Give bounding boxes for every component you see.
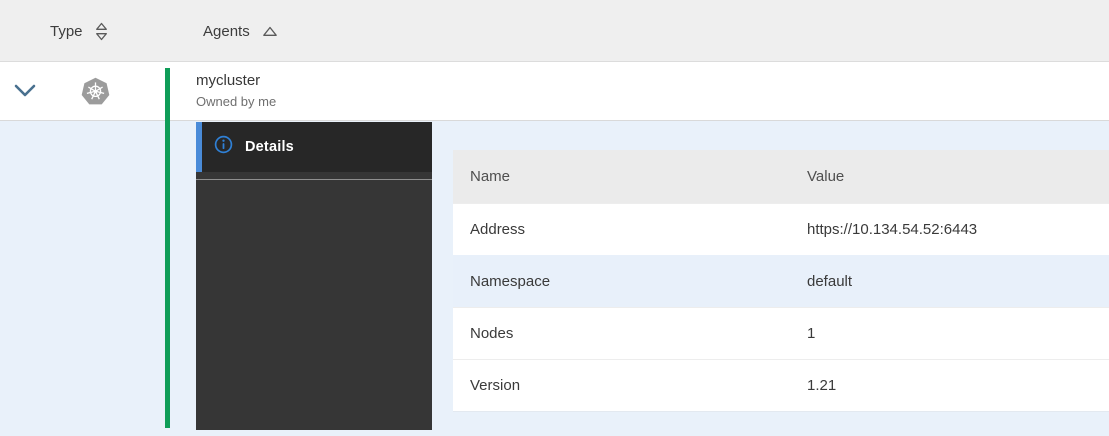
detail-tabs-panel: Details	[196, 122, 432, 430]
details-row-name: Namespace	[470, 273, 551, 290]
details-row-nodes: Nodes 1	[453, 307, 1109, 359]
details-row-address: Address https://10.134.54.52:6443	[453, 203, 1109, 255]
agents-table-page: Type Agents mycluster Owned by me Detail…	[0, 0, 1109, 436]
column-header-type-label: Type	[50, 22, 83, 40]
panel-separator	[196, 179, 432, 180]
details-header-name: Name	[470, 168, 511, 185]
tab-details[interactable]: Details	[196, 122, 432, 172]
chevron-down-icon	[14, 84, 36, 100]
sort-asc-icon[interactable]	[262, 26, 278, 37]
details-row-value: https://10.134.54.52:6443	[807, 221, 978, 238]
table-header: Type Agents	[0, 0, 1109, 62]
details-row-value: 1	[807, 325, 816, 342]
details-table-header: Name Value	[453, 150, 1109, 203]
row-expander-button[interactable]	[12, 81, 38, 103]
details-row-value: default	[807, 273, 853, 290]
column-header-agents-label: Agents	[203, 22, 250, 40]
cluster-owner-label: Owned by me	[196, 94, 277, 110]
cluster-cell: mycluster Owned by me	[196, 71, 276, 111]
details-table: Name Value Address https://10.134.54.52:…	[453, 150, 1109, 412]
details-row-version: Version 1.21	[453, 359, 1109, 411]
details-row-name: Address	[470, 221, 526, 238]
kubernetes-icon	[80, 77, 111, 107]
column-header-type[interactable]: Type	[50, 0, 108, 62]
details-row-name: Version	[470, 377, 521, 394]
cluster-name: mycluster	[196, 72, 261, 89]
info-icon	[214, 135, 233, 159]
sort-both-icon[interactable]	[95, 22, 108, 41]
tab-details-label: Details	[245, 139, 294, 155]
details-row-value: 1.21	[807, 377, 837, 394]
details-row-namespace: Namespace default	[453, 255, 1109, 307]
details-header-value: Value	[807, 168, 845, 185]
cluster-status-bar	[165, 68, 170, 428]
column-header-agents[interactable]: Agents	[203, 0, 278, 62]
details-row-name: Nodes	[470, 325, 514, 342]
